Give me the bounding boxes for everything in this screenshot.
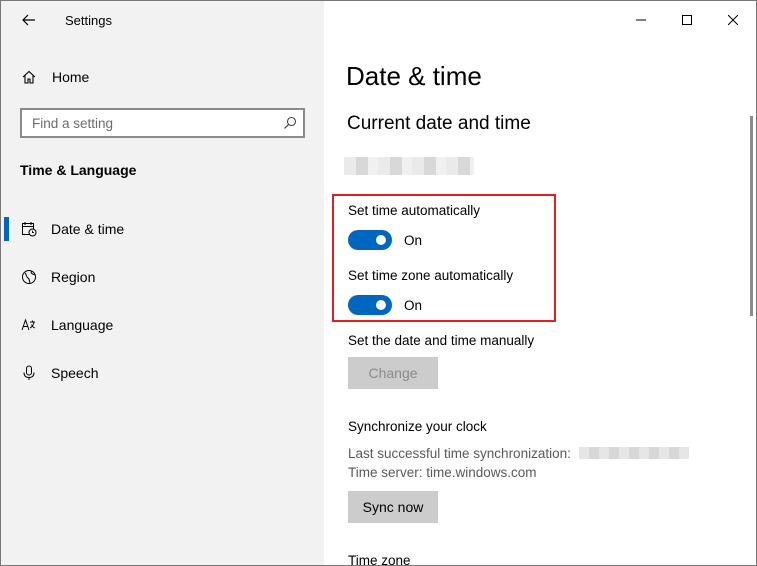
settings-window: Settings Home Time & Language Date & (0, 0, 757, 566)
sidebar-item-label: Speech (51, 365, 99, 381)
microphone-icon (23, 365, 35, 380)
sidebar-item-label: Language (51, 317, 114, 333)
section-heading: Current date and time (347, 113, 531, 134)
search-icon[interactable] (283, 116, 297, 130)
search-input[interactable] (22, 110, 292, 136)
auto-zone-state: On (404, 298, 423, 313)
back-button[interactable] (11, 7, 47, 33)
sidebar-item-label: Date & time (51, 221, 125, 237)
auto-zone-label: Set time zone automatically (348, 268, 514, 283)
search-box (20, 108, 305, 138)
caption-buttons (618, 1, 756, 39)
sidebar-item-home[interactable]: Home (1, 61, 324, 93)
sidebar-item-speech[interactable]: Speech (1, 353, 324, 393)
toggle-knob (376, 235, 386, 245)
sidebar-item-region[interactable]: Region (1, 257, 324, 297)
redacted-sync-time (579, 447, 689, 459)
auto-time-state: On (404, 233, 423, 248)
maximize-icon (682, 15, 692, 25)
section-title: Time & Language (20, 162, 137, 178)
auto-zone-toggle[interactable] (348, 295, 392, 315)
toggle-knob (376, 300, 386, 310)
sync-now-button[interactable]: Sync now (348, 491, 438, 523)
change-button[interactable]: Change (348, 357, 438, 389)
sync-title: Synchronize your clock (348, 419, 487, 434)
home-icon (22, 70, 36, 84)
home-label: Home (52, 69, 90, 85)
minimize-button[interactable] (618, 1, 664, 39)
auto-time-toggle[interactable] (348, 230, 392, 250)
close-icon (728, 15, 738, 25)
close-button[interactable] (710, 1, 756, 39)
last-sync-label: Last successful time synchronization: (348, 446, 571, 461)
scrollbar[interactable] (750, 116, 753, 316)
sidebar: Settings Home Time & Language Date & (1, 1, 324, 565)
app-title: Settings (65, 13, 112, 28)
sidebar-item-date-time[interactable]: Date & time (1, 209, 324, 249)
sidebar-item-language[interactable]: Language (1, 305, 324, 345)
sidebar-item-label: Region (51, 269, 96, 285)
maximize-button[interactable] (664, 1, 710, 39)
language-icon (21, 318, 36, 331)
time-server: Time server: time.windows.com (348, 465, 537, 480)
back-arrow-icon (22, 14, 35, 26)
globe-icon (22, 270, 36, 284)
main-content: Date & time Current date and time Set ti… (324, 1, 756, 565)
redacted-date-time (344, 157, 474, 175)
minimize-icon (636, 19, 646, 21)
page-title: Date & time (346, 61, 482, 91)
time-zone-label: Time zone (348, 553, 411, 566)
calendar-clock-icon (22, 222, 37, 237)
manual-label: Set the date and time manually (348, 333, 535, 348)
auto-time-label: Set time automatically (348, 203, 481, 218)
active-indicator (4, 217, 9, 241)
